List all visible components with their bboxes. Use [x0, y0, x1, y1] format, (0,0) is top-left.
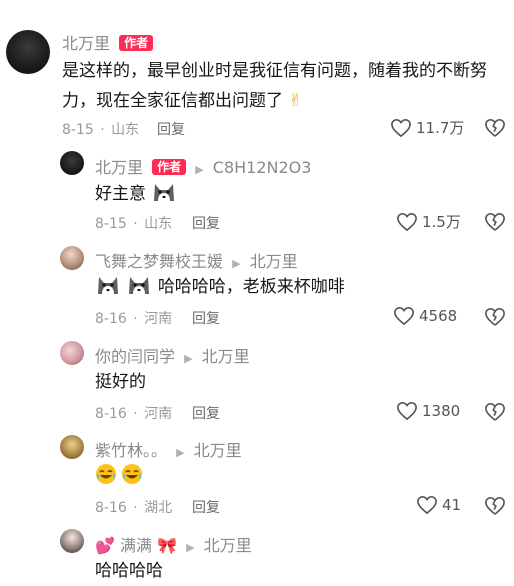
comment-text: 是这样的，最早创业时是我征信有问题，随着我的不断努力，现在全家征信都出问题了 ✌ — [62, 56, 502, 116]
reply-text — [95, 463, 143, 485]
heart-icon — [396, 401, 418, 421]
hearts-emoji: 💕 — [95, 536, 115, 555]
comment-date: 8-15 — [62, 122, 94, 138]
reply-button[interactable]: 回复 — [192, 308, 220, 328]
reply-text: 哈哈哈哈，老板来杯咖啡 — [95, 272, 345, 302]
dislike-button[interactable] — [484, 402, 506, 422]
heart-icon — [416, 495, 438, 515]
reply-header: 💕 满满 🎀 ▶ 北万里 — [95, 532, 252, 556]
author-name[interactable]: 北万里 — [62, 34, 110, 53]
like-button[interactable]: 11.7万 — [390, 117, 464, 138]
broken-heart-icon — [484, 496, 506, 516]
reply-button[interactable]: 回复 — [192, 497, 220, 517]
like-count: 11.7万 — [416, 119, 465, 137]
reply-header: 北万里 作者 ▶ C8H12N2O3 — [95, 154, 311, 178]
like-count: 1380 — [422, 402, 461, 420]
reply-date: 8-16 — [95, 311, 127, 327]
avatar[interactable] — [60, 341, 84, 365]
like-button[interactable]: 41 — [416, 495, 461, 515]
avatar[interactable] — [60, 529, 84, 553]
husky-emoji — [126, 274, 152, 296]
author-name[interactable]: 飞舞之梦舞校王媛 — [95, 252, 223, 271]
reply-location: 山东 — [144, 216, 173, 232]
avatar[interactable] — [60, 435, 84, 459]
reply-body: 好主意 — [95, 184, 146, 204]
reply-header: 飞舞之梦舞校王媛 ▶ 北万里 — [95, 248, 298, 272]
tears-of-joy-emoji — [95, 463, 117, 485]
heart-icon — [396, 212, 418, 232]
reply-header: 你的闫同学 ▶ 北万里 — [95, 343, 250, 367]
like-button[interactable]: 4568 — [393, 306, 457, 326]
author-name[interactable]: 紫竹林。。 — [95, 441, 167, 460]
heart-icon — [393, 306, 415, 326]
author-badge: 作者 — [119, 35, 154, 51]
reply-to-name[interactable]: 北万里 — [202, 347, 250, 366]
reply-arrow-icon: ▶ — [232, 257, 241, 270]
like-count: 41 — [442, 496, 462, 514]
like-button[interactable]: 1.5万 — [396, 211, 461, 232]
reply-date: 8-16 — [95, 500, 127, 516]
reply-meta: 8-16 · 河南 — [95, 406, 173, 422]
comment-meta: 8-15 · 山东 — [62, 122, 140, 138]
avatar[interactable] — [60, 246, 84, 270]
avatar[interactable] — [60, 151, 84, 175]
reply-to-name[interactable]: 北万里 — [194, 441, 242, 460]
reply-to-name[interactable]: 北万里 — [204, 536, 252, 555]
husky-emoji — [151, 181, 177, 203]
reply-date: 8-16 — [95, 406, 127, 422]
reply-text: 挺好的 — [95, 367, 146, 397]
like-count: 1.5万 — [422, 213, 461, 231]
reply-location: 湖北 — [144, 500, 173, 516]
reply-body: 挺好的 — [95, 372, 146, 392]
author-name[interactable]: 满满 — [120, 536, 152, 555]
reply-location: 河南 — [144, 406, 173, 422]
broken-heart-icon — [484, 212, 506, 232]
broken-heart-icon — [484, 402, 506, 422]
dislike-button[interactable] — [484, 118, 506, 138]
reply-meta: 8-15 · 山东 — [95, 216, 173, 232]
comment-body: 是这样的，最早创业时是我征信有问题，随着我的不断努力，现在全家征信都出问题了 — [62, 61, 487, 111]
victory-hand-emoji: ✌ — [288, 91, 303, 111]
reply-meta: 8-16 · 河南 — [95, 311, 173, 327]
reply-button[interactable]: 回复 — [192, 403, 220, 423]
broken-heart-icon — [484, 118, 506, 138]
dislike-button[interactable] — [484, 496, 506, 516]
reply-to-name[interactable]: 北万里 — [250, 252, 298, 271]
husky-emoji — [95, 274, 121, 296]
reply-body: 哈哈哈哈，老板来杯咖啡 — [157, 277, 345, 297]
broken-heart-icon — [484, 307, 506, 327]
reply-button[interactable]: 回复 — [192, 213, 220, 233]
reply-header: 紫竹林。。 ▶ 北万里 — [95, 437, 242, 461]
ribbon-emoji: 🎀 — [157, 536, 178, 555]
reply-date: 8-15 — [95, 216, 127, 232]
avatar[interactable] — [6, 30, 50, 74]
dislike-button[interactable] — [484, 307, 506, 327]
author-badge: 作者 — [152, 159, 187, 175]
reply-arrow-icon: ▶ — [184, 352, 193, 365]
reply-arrow-icon: ▶ — [186, 541, 195, 554]
heart-icon — [390, 118, 412, 138]
comment-location: 山东 — [111, 122, 140, 138]
reply-location: 河南 — [144, 311, 173, 327]
author-name[interactable]: 你的闫同学 — [95, 347, 175, 366]
like-count: 4568 — [419, 307, 458, 325]
reply-arrow-icon: ▶ — [176, 446, 185, 459]
dislike-button[interactable] — [484, 212, 506, 232]
reply-button[interactable]: 回复 — [157, 119, 185, 139]
reply-text: 好主意 — [95, 179, 177, 209]
tears-of-joy-emoji — [121, 463, 143, 485]
reply-to-name[interactable]: C8H12N2O3 — [213, 158, 312, 177]
author-name[interactable]: 北万里 — [95, 158, 143, 177]
reply-meta: 8-16 · 湖北 — [95, 500, 173, 516]
reply-arrow-icon: ▶ — [195, 163, 204, 176]
like-button[interactable]: 1380 — [396, 401, 460, 421]
comment-author[interactable]: 北万里 作者 — [62, 30, 154, 54]
reply-body: 哈哈哈哈 — [95, 561, 163, 581]
